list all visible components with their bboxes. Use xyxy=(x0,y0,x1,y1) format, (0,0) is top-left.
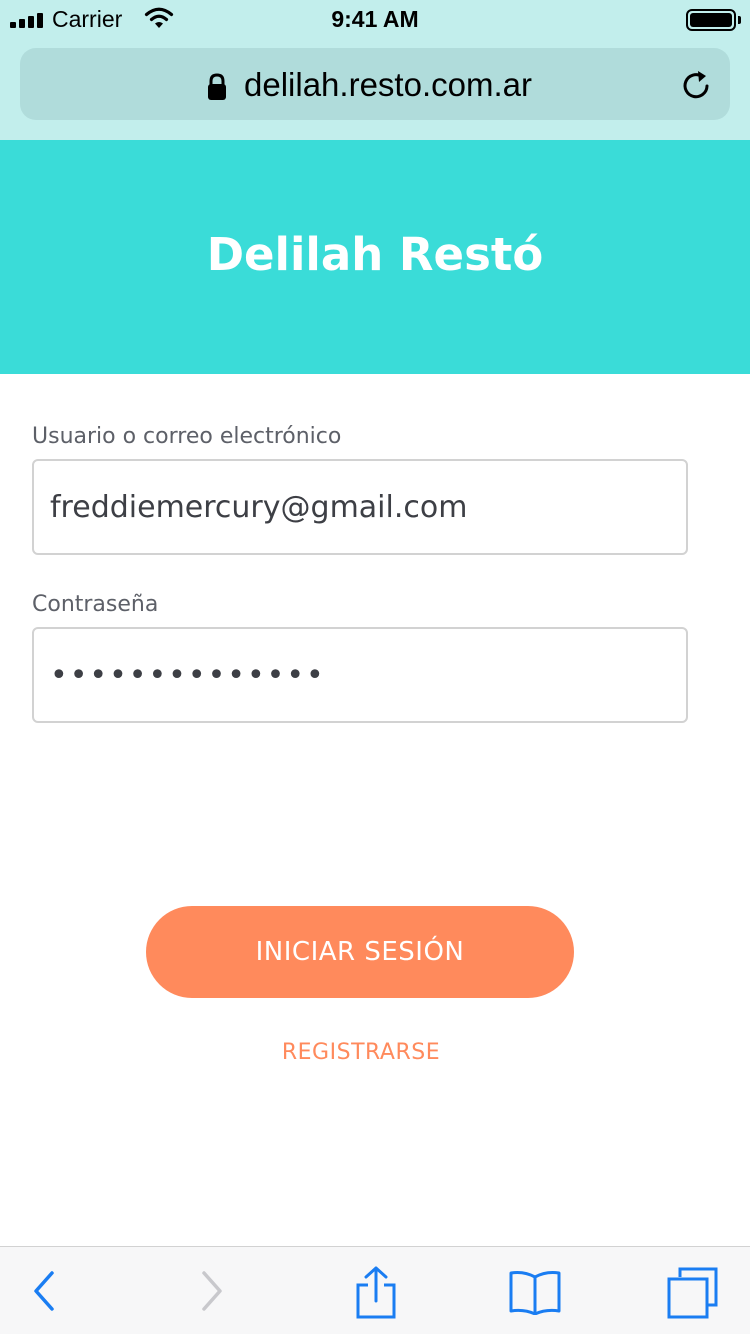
tabs-icon[interactable] xyxy=(666,1265,720,1319)
password-label: Contraseña xyxy=(32,592,159,617)
back-icon[interactable] xyxy=(30,1269,60,1313)
share-icon[interactable] xyxy=(354,1265,398,1319)
bookmarks-icon[interactable] xyxy=(508,1269,562,1315)
forward-icon[interactable] xyxy=(196,1269,226,1313)
app-header: Delilah Restó xyxy=(0,140,750,374)
register-link[interactable]: REGISTRARSE xyxy=(0,1040,722,1065)
browser-toolbar xyxy=(0,1246,750,1334)
username-label: Usuario o correo electrónico xyxy=(32,424,342,449)
battery-icon xyxy=(686,9,736,31)
url-text[interactable]: delilah.resto.com.ar xyxy=(244,66,532,104)
login-button[interactable]: INICIAR SESIÓN xyxy=(146,906,574,998)
reload-icon[interactable] xyxy=(680,69,714,103)
battery-cap xyxy=(738,16,741,24)
status-bar: Carrier 9:41 AM xyxy=(0,0,750,40)
username-input[interactable] xyxy=(32,459,688,555)
page-title: Delilah Restó xyxy=(206,228,544,281)
browser-address-area: delilah.resto.com.ar xyxy=(0,40,750,140)
address-bar[interactable]: delilah.resto.com.ar xyxy=(20,48,730,120)
password-input[interactable] xyxy=(32,627,688,723)
lock-icon xyxy=(208,73,226,100)
clock: 9:41 AM xyxy=(331,6,419,32)
